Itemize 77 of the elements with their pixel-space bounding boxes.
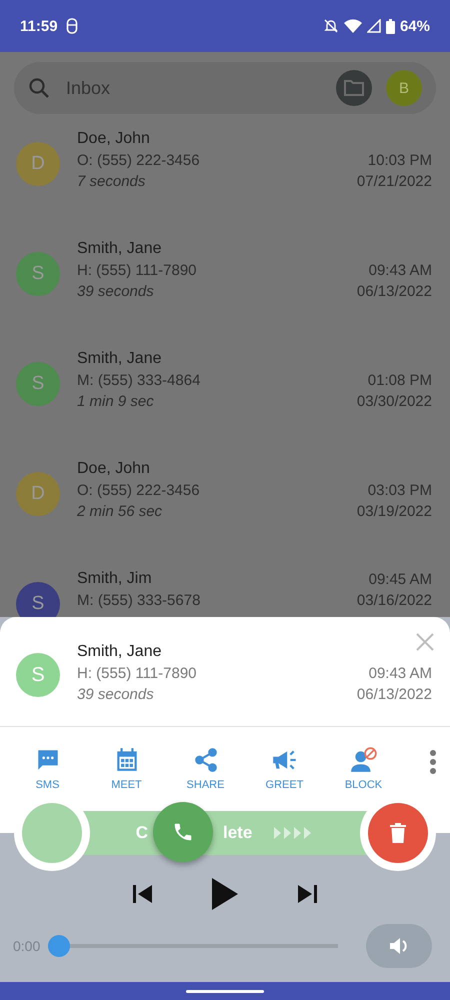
search-icon — [28, 77, 50, 99]
battery-icon — [386, 18, 395, 34]
phone-number: H: (555) 111-7890 — [77, 262, 198, 279]
close-icon — [416, 633, 434, 651]
message-row[interactable]: D Doe, John O: (555) 222-3456 7 seconds 10:03 PM 07/21/2022 — [0, 116, 450, 226]
action-button[interactable]: BLOCK — [324, 747, 403, 791]
contact-name: Smith, Jane — [77, 240, 162, 258]
action-button[interactable]: GREET — [245, 747, 324, 791]
bell-off-icon — [322, 18, 339, 34]
swipe-start-circle — [22, 803, 82, 863]
message-date: 03/16/2022 — [356, 592, 432, 609]
play-button[interactable] — [212, 878, 238, 910]
action-button[interactable]: MEET — [87, 747, 166, 791]
volume-button[interactable] — [366, 924, 432, 968]
previous-icon — [132, 883, 154, 905]
message-time: 09:45 AM — [368, 571, 432, 588]
folder-button[interactable] — [336, 70, 372, 106]
share-icon — [192, 747, 218, 773]
play-icon — [212, 878, 238, 910]
contact-name: Doe, John — [77, 460, 151, 478]
signal-icon — [366, 19, 381, 33]
action-button[interactable]: SMS — [8, 747, 87, 791]
contact-avatar: S — [16, 362, 60, 406]
contact-name: Smith, Jane — [77, 643, 162, 661]
more-button[interactable] — [428, 749, 438, 775]
notification-icon — [66, 18, 78, 34]
next-icon — [296, 883, 318, 905]
message-row[interactable]: S Smith, Jane M: (555) 333-4864 1 min 9 sec 01:08 PM 03/30/2022 — [0, 336, 450, 446]
phone-icon — [172, 821, 194, 843]
slider-thumb[interactable] — [48, 935, 70, 957]
message-time: 01:08 PM — [368, 372, 432, 389]
elapsed-time: 0:00 — [13, 938, 40, 954]
phone-number: H: (555) 111-7890 — [77, 665, 198, 682]
folder-icon — [344, 80, 364, 96]
message-date: 03/19/2022 — [356, 503, 432, 520]
message-time: 10:03 PM — [368, 152, 432, 169]
contact-name: Smith, Jim — [77, 570, 153, 588]
phone-number: M: (555) 333-4864 — [77, 372, 202, 389]
action-button[interactable]: SHARE — [166, 747, 245, 791]
contact-avatar: S — [16, 653, 60, 697]
message-date: 03/30/2022 — [356, 393, 432, 410]
phone-number: O: (555) 222-3456 — [77, 152, 201, 169]
message-time: 03:03 PM — [368, 482, 432, 499]
swipe-label: lete — [222, 823, 252, 843]
phone-number: O: (555) 222-3456 — [77, 482, 201, 499]
message-date: 07/21/2022 — [356, 173, 432, 190]
previous-button[interactable] — [132, 883, 154, 905]
swipe-label: C — [136, 823, 148, 843]
contact-avatar: S — [16, 252, 60, 296]
trash-icon — [390, 823, 406, 843]
clock-time: 11:59 — [20, 18, 58, 34]
home-indicator[interactable] — [186, 990, 264, 992]
message-duration: 39 seconds — [77, 283, 155, 300]
message-duration: 7 seconds — [77, 173, 146, 190]
battery-level: 64% — [400, 18, 430, 34]
contact-avatar: D — [16, 472, 60, 516]
account-avatar[interactable]: B — [386, 70, 422, 106]
call-button[interactable] — [153, 802, 213, 862]
message-row[interactable]: S Smith, Jane H: (555) 111-7890 39 seconds 09:43 AM 06/13/2022 — [0, 226, 450, 336]
message-time: 09:43 AM — [368, 665, 432, 682]
message-duration: 2 min 56 sec — [77, 503, 164, 520]
blocked-person-icon — [350, 747, 378, 773]
contact-name: Doe, John — [77, 130, 151, 148]
phone-number: M: (555) 333-5678 — [77, 592, 202, 609]
delete-button[interactable] — [368, 803, 428, 863]
message-row[interactable]: D Doe, John O: (555) 222-3456 2 min 56 sec 03:03 PM 03/19/2022 — [0, 446, 450, 556]
message-date: 06/13/2022 — [356, 686, 432, 703]
next-button[interactable] — [296, 883, 318, 905]
message-date: 06/13/2022 — [356, 283, 432, 300]
message-duration: 1 min 9 sec — [77, 393, 155, 410]
message-duration: 39 seconds — [77, 686, 155, 703]
wifi-icon — [344, 19, 362, 33]
contact-name: Smith, Jane — [77, 350, 162, 368]
search-field[interactable]: Inbox B — [14, 62, 436, 114]
more-icon — [428, 749, 438, 775]
contact-avatar: D — [16, 142, 60, 186]
message-time: 09:43 AM — [368, 262, 432, 279]
